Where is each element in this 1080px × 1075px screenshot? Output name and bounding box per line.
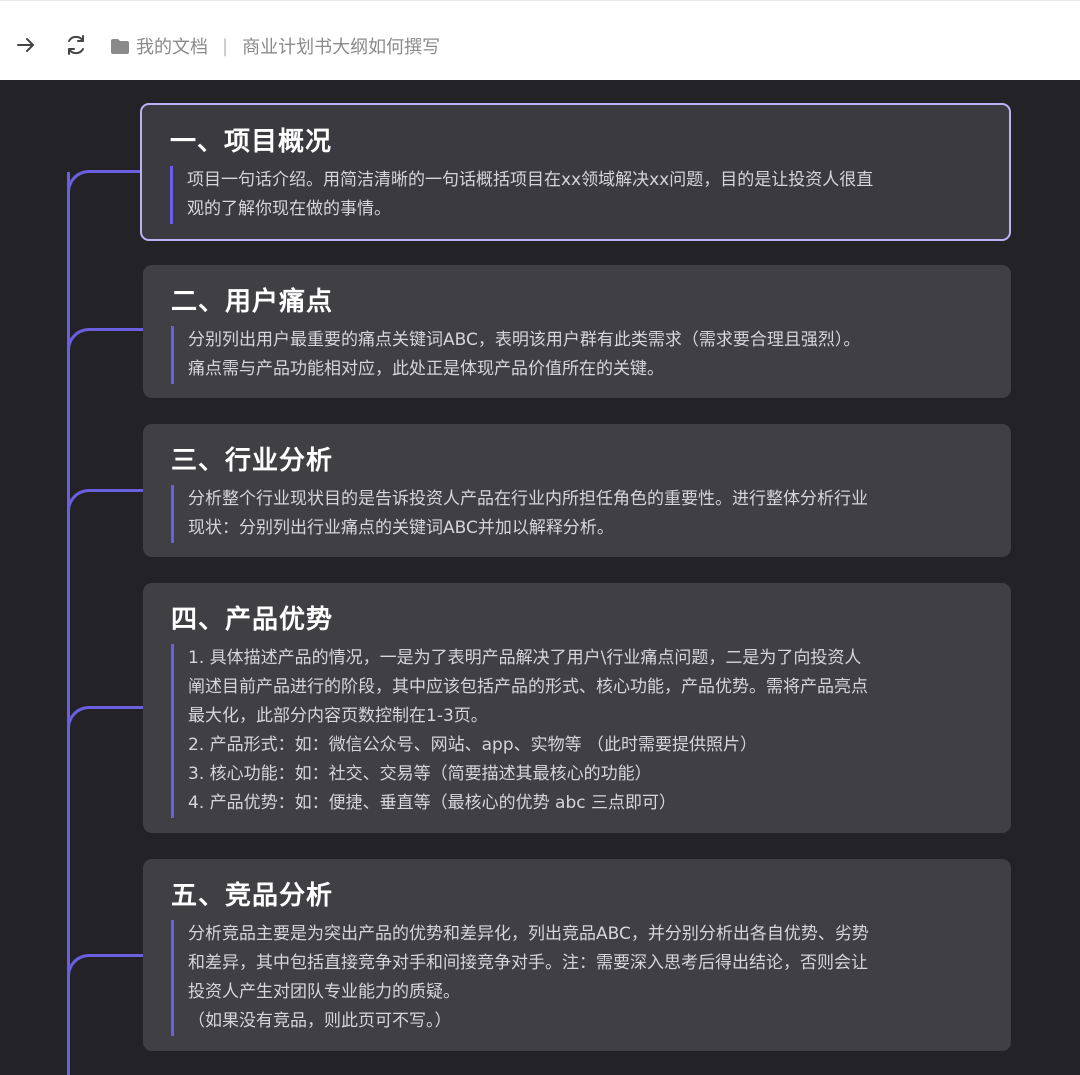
node-text-line: 投资人产生对团队专业能力的质疑。 xyxy=(188,982,460,1002)
folder-icon xyxy=(110,38,130,55)
node-text-line: 和差异，其中包括直接竞争对手和间接竞争对手。注：需要深入思考后得出结论，否则会让 xyxy=(188,953,868,973)
node-body: 项目一句话介绍。用简洁清晰的一句话概括项目在xx领域解决xx问题，目的是让投资人… xyxy=(170,166,981,224)
node-title: 一、项目概况 xyxy=(170,127,333,157)
node-text-line: （如果没有竞品，则此页可不写。） xyxy=(188,1011,452,1031)
node-text-line: 分析整个行业现状目的是告诉投资人产品在行业内所担任角色的重要性。进行整体分析行业 xyxy=(188,489,868,509)
arrow-right-icon xyxy=(15,34,37,56)
node-text-line: 痛点需与产品功能相对应，此处正是体现产品价值所在的关键。 xyxy=(188,359,664,379)
node-body: 分别列出用户最重要的痛点关键词ABC，表明该用户群有此类需求（需求要合理且强烈）… xyxy=(171,326,983,384)
node-title: 四、产品优势 xyxy=(171,605,334,635)
top-toolbar: 我的文档 | 商业计划书大纲如何撰写 xyxy=(0,0,1080,80)
node-text-line: 观的了解你现在做的事情。 xyxy=(187,199,391,219)
node-text-line: 4. 产品优势：如：便捷、垂直等（最核心的优势 abc 三点即可） xyxy=(188,793,676,813)
node-text-line: 项目一句话介绍。用简洁清晰的一句话概括项目在xx领域解决xx问题，目的是让投资人… xyxy=(187,170,874,190)
mindmap-node-project-overview[interactable]: 一、项目概况 项目一句话介绍。用简洁清晰的一句话概括项目在xx领域解决xx问题，… xyxy=(140,103,1011,241)
breadcrumb-root[interactable]: 我的文档 xyxy=(136,33,208,59)
node-text-line: 分别列出用户最重要的痛点关键词ABC，表明该用户群有此类需求（需求要合理且强烈）… xyxy=(188,330,861,350)
breadcrumb-separator: | xyxy=(222,35,229,57)
node-body: 分析竞品主要是为突出产品的优势和差异化，列出竞品ABC，并分别分析出各自优势、劣… xyxy=(171,920,983,1036)
mindmap-node-competitor-analysis[interactable]: 五、竞品分析 分析竞品主要是为突出产品的优势和差异化，列出竞品ABC，并分别分析… xyxy=(143,859,1011,1051)
mindmap-node-industry-analysis[interactable]: 三、行业分析 分析整个行业现状目的是告诉投资人产品在行业内所担任角色的重要性。进… xyxy=(143,424,1011,557)
mindmap-node-user-pain-points[interactable]: 二、用户痛点 分别列出用户最重要的痛点关键词ABC，表明该用户群有此类需求（需求… xyxy=(143,265,1011,398)
node-title: 二、用户痛点 xyxy=(171,287,334,317)
mindmap-trunk-line xyxy=(67,172,70,1075)
node-text-line: 3. 核心功能：如：社交、交易等（简要描述其最核心的功能） xyxy=(188,764,652,784)
node-title: 五、竞品分析 xyxy=(171,881,334,911)
mindmap-canvas[interactable]: 一、项目概况 项目一句话介绍。用简洁清晰的一句话概括项目在xx领域解决xx问题，… xyxy=(0,80,1080,1075)
node-text-line: 1. 具体描述产品的情况，一是为了表明产品解决了用户\行业痛点问题，二是为了向投… xyxy=(188,648,862,668)
breadcrumb: 我的文档 | 商业计划书大纲如何撰写 xyxy=(110,32,440,60)
node-text-line: 2. 产品形式：如：微信公众号、网站、app、实物等 （此时需要提供照片） xyxy=(188,735,758,755)
forward-button[interactable] xyxy=(12,31,40,59)
node-body: 分析整个行业现状目的是告诉投资人产品在行业内所担任角色的重要性。进行整体分析行业… xyxy=(171,485,983,543)
node-text-line: 现状：分别列出行业痛点的关键词ABC并加以解释分析。 xyxy=(188,518,614,538)
branch-connector xyxy=(67,489,143,515)
mindmap-node-product-advantages[interactable]: 四、产品优势 1. 具体描述产品的情况，一是为了表明产品解决了用户\行业痛点问题… xyxy=(143,583,1011,833)
branch-connector xyxy=(67,954,143,980)
branch-connector xyxy=(67,170,143,196)
refresh-icon xyxy=(64,33,88,57)
breadcrumb-current: 商业计划书大纲如何撰写 xyxy=(242,37,441,58)
node-text-line: 最大化，此部分内容页数控制在1-3页。 xyxy=(188,706,488,726)
branch-connector xyxy=(67,328,143,354)
refresh-button[interactable] xyxy=(62,31,90,59)
branch-connector xyxy=(67,706,143,732)
node-text-line: 阐述目前产品进行的阶段，其中应该包括产品的形式、核心功能，产品优势。需将产品亮点 xyxy=(188,677,868,697)
node-body: 1. 具体描述产品的情况，一是为了表明产品解决了用户\行业痛点问题，二是为了向投… xyxy=(171,644,983,818)
node-title: 三、行业分析 xyxy=(171,446,334,476)
node-text-line: 分析竞品主要是为突出产品的优势和差异化，列出竞品ABC，并分别分析出各自优势、劣… xyxy=(188,924,869,944)
